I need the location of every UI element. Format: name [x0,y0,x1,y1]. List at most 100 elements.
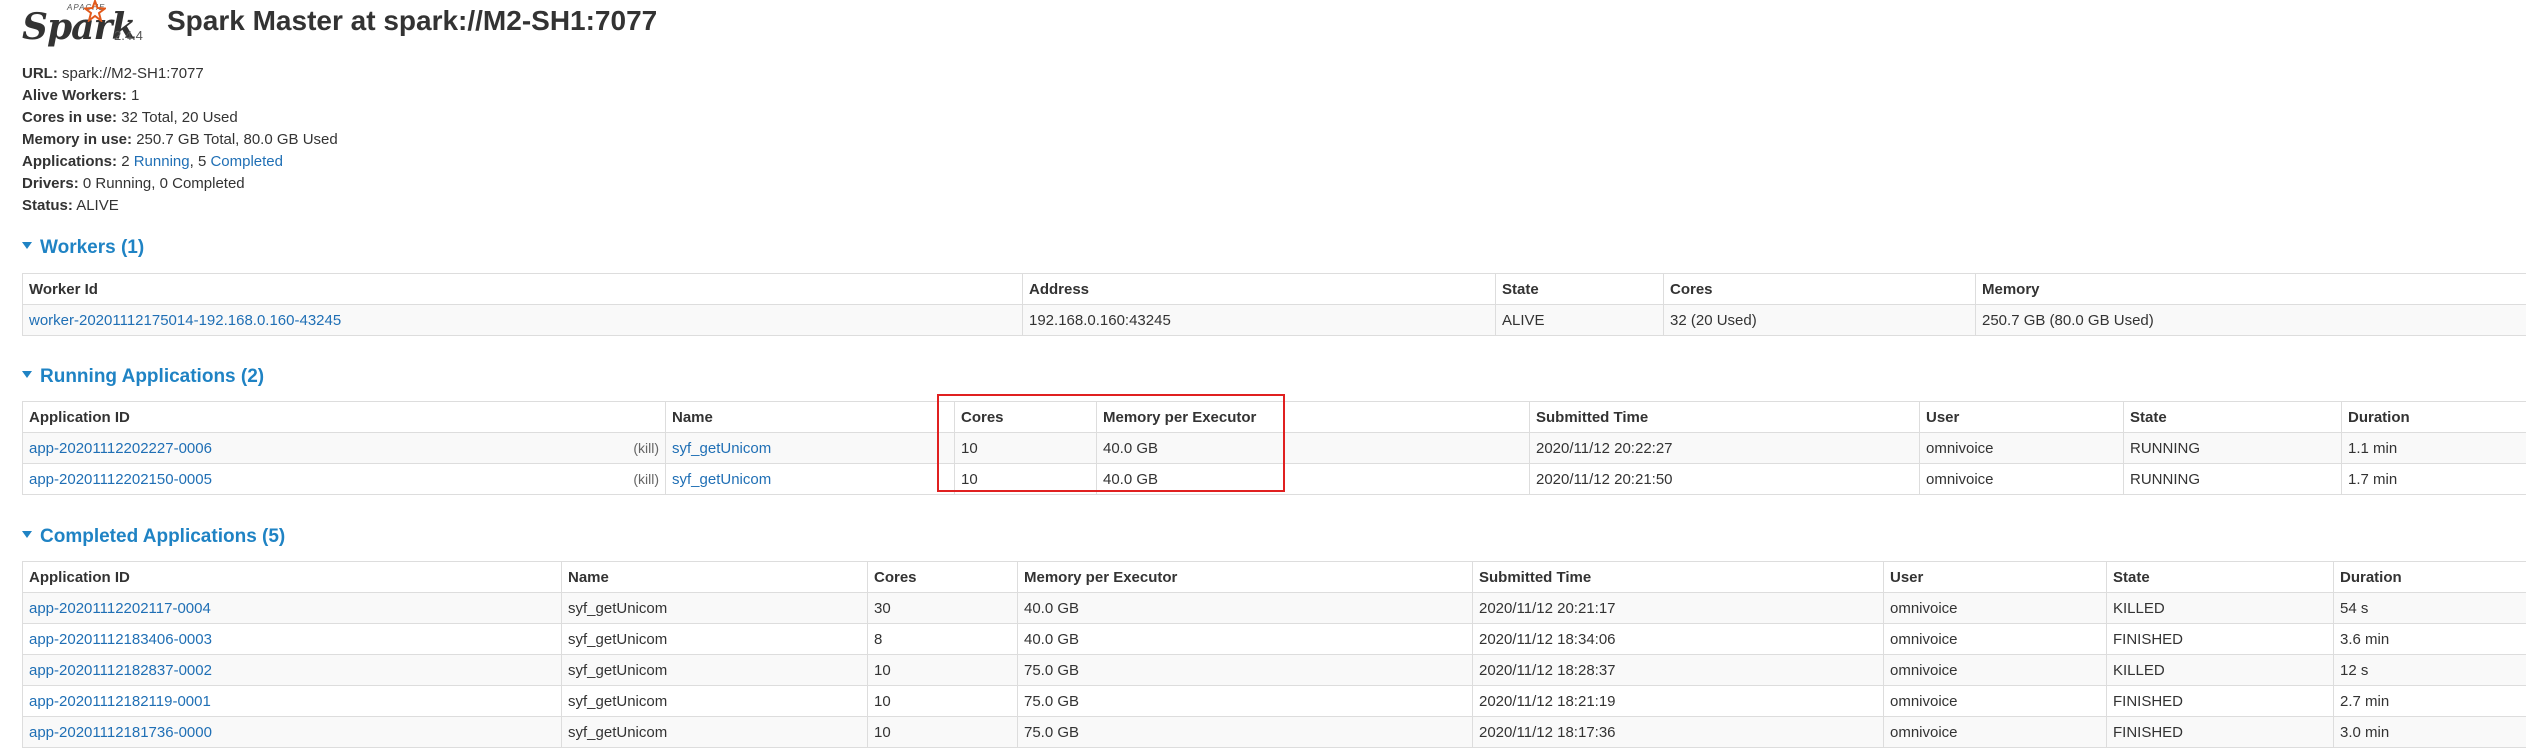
cell-user: omnivoice [1883,716,2107,748]
application-id-link[interactable]: app-20201112202227-0006 [29,440,212,457]
name-value: syf_getUnicom [568,661,668,679]
kill-link[interactable]: (kill) [633,471,659,487]
user-value: omnivoice [1926,470,1994,488]
cell-cores: 32 (20 Used) [1663,304,1976,336]
cell-duration: 2.7 min [2333,685,2526,717]
cell-user: omnivoice [1919,463,2124,495]
column-header-application-id[interactable]: Application ID [22,561,562,593]
column-header-memory-per-executor[interactable]: Memory per Executor [1096,401,1530,433]
spark-logo[interactable]: APACHE Spark [22,0,136,48]
cell-address: 192.168.0.160:43245 [1022,304,1496,336]
name-link[interactable]: syf_getUnicom [672,440,771,457]
cell-state: KILLED [2106,592,2334,624]
worker-id-link[interactable]: worker-20201112175014-192.168.0.160-4324… [29,312,341,329]
cell-duration: 1.7 min [2341,463,2526,495]
cell-duration: 3.6 min [2333,623,2526,655]
cell-worker-id: worker-20201112175014-192.168.0.160-4324… [22,304,1023,336]
cell-duration: 3.0 min [2333,716,2526,748]
cell-cores: 10 [867,685,1018,717]
duration-value: 3.0 min [2340,723,2390,741]
column-header-cores[interactable]: Cores [1663,273,1976,305]
summary-cores: Cores in use: 32 Total, 20 Used [22,109,238,126]
kill-link[interactable]: (kill) [633,440,659,456]
state-value: FINISHED [2113,630,2184,648]
summary-url: URL: spark://M2-SH1:7077 [22,65,204,82]
memory-per-executor-value: 75.0 GB [1024,692,1080,710]
column-header-state[interactable]: State [1495,273,1664,305]
application-id-link[interactable]: app-20201112182119-0001 [29,693,211,710]
completed-apps-section-toggle[interactable]: Completed Applications (5) [22,526,285,548]
cell-memory-per-executor: 40.0 GB [1017,592,1473,624]
summary-memory: Memory in use: 250.7 GB Total, 80.0 GB U… [22,131,338,148]
column-header-submitted-time[interactable]: Submitted Time [1529,401,1920,433]
column-header-state[interactable]: State [2123,401,2342,433]
caret-down-icon [22,242,32,250]
column-header-user[interactable]: User [1919,401,2124,433]
user-value: omnivoice [1890,723,1958,741]
cell-memory-per-executor: 40.0 GB [1096,432,1530,464]
running-apps-section-toggle[interactable]: Running Applications (2) [22,366,264,388]
state-value: KILLED [2113,599,2165,617]
column-header-memory[interactable]: Memory [1975,273,2526,305]
cell-name: syf_getUnicom [665,432,955,464]
duration-value: 12 s [2340,661,2369,679]
table-row: (kill) app-20201112202227-0006 syf_getUnic… [22,432,2526,464]
summary-applications: Applications: 2 Running, 5 Completed [22,153,283,170]
spark-star-icon [84,0,106,22]
cell-name: syf_getUnicom [561,716,868,748]
column-header-cores[interactable]: Cores [867,561,1018,593]
cell-user: omnivoice [1883,654,2107,686]
user-value: omnivoice [1890,599,1958,617]
cores-value: 10 [874,661,891,679]
cell-state: ALIVE [1495,304,1664,336]
page-header: APACHE Spark 2.4.4 Spark Master at spark… [22,0,922,60]
state-value: RUNNING [2130,470,2200,488]
cores-value: 8 [874,630,883,648]
memory-per-executor-value: 40.0 GB [1024,599,1080,617]
summary-drivers: Drivers: 0 Running, 0 Completed [22,175,245,192]
cell-name: syf_getUnicom [561,685,868,717]
workers-section-toggle[interactable]: Workers (1) [22,237,144,259]
state-value: RUNNING [2130,439,2200,457]
column-header-memory-per-executor[interactable]: Memory per Executor [1017,561,1473,593]
cell-user: omnivoice [1883,592,2107,624]
column-header-state[interactable]: State [2106,561,2334,593]
column-header-application-id[interactable]: Application ID [22,401,666,433]
application-id-link[interactable]: app-20201112202150-0005 [29,471,212,488]
application-id-link[interactable]: app-20201112183406-0003 [29,631,212,648]
running-apps-link[interactable]: Running [134,153,190,170]
cell-user: omnivoice [1883,685,2107,717]
table-row: app-20201112182837-0002 syf_getUnicom 10 75… [22,654,2526,686]
table-row: app-20201112181736-0000 syf_getUnicom 10 75… [22,716,2526,748]
cell-application-id: (kill) app-20201112202150-0005 [22,463,666,495]
user-value: omnivoice [1890,630,1958,648]
cell-memory-per-executor: 75.0 GB [1017,654,1473,686]
column-header-name[interactable]: Name [561,561,868,593]
cell-application-id: app-20201112181736-0000 [22,716,562,748]
cell-submitted-time: 2020/11/12 18:17:36 [1472,716,1884,748]
cores-value: 10 [874,692,891,710]
running-apps-table: Application ID Name Cores Memory per Execut… [22,401,2526,495]
name-link[interactable]: syf_getUnicom [672,471,771,488]
duration-value: 1.1 min [2348,439,2398,457]
cell-state: RUNNING [2123,463,2342,495]
column-header-duration[interactable]: Duration [2341,401,2526,433]
column-header-name[interactable]: Name [665,401,955,433]
user-value: omnivoice [1890,661,1958,679]
table-row: (kill) app-20201112202150-0005 syf_getUnic… [22,463,2526,495]
column-header-cores[interactable]: Cores [954,401,1097,433]
column-header-duration[interactable]: Duration [2333,561,2526,593]
application-id-link[interactable]: app-20201112181736-0000 [29,724,212,741]
column-header-submitted-time[interactable]: Submitted Time [1472,561,1884,593]
cell-application-id: app-20201112182119-0001 [22,685,562,717]
memory-per-executor-value: 40.0 GB [1103,439,1159,457]
application-id-link[interactable]: app-20201112202117-0004 [29,600,211,617]
submitted-time-value: 2020/11/12 20:21:50 [1536,470,1673,488]
column-header-worker-id[interactable]: Worker Id [22,273,1023,305]
column-header-user[interactable]: User [1883,561,2107,593]
application-id-link[interactable]: app-20201112182837-0002 [29,662,212,679]
column-header-address[interactable]: Address [1022,273,1496,305]
completed-apps-link[interactable]: Completed [210,153,283,170]
table-row: app-20201112183406-0003 syf_getUnicom 8 40.… [22,623,2526,655]
cell-name: syf_getUnicom [561,654,868,686]
